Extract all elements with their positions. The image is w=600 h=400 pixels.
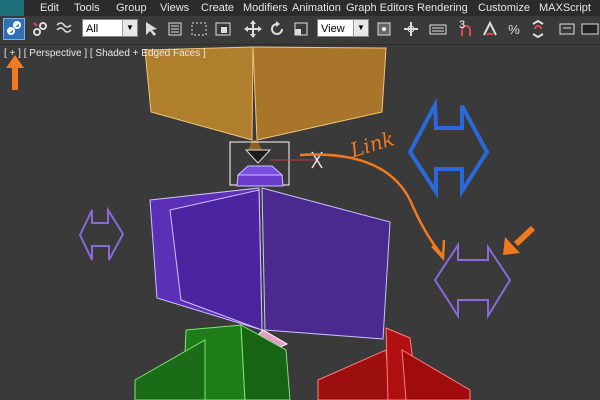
viewport-scene: Link <box>6 46 536 400</box>
red-object[interactable] <box>317 327 471 400</box>
viewport-label[interactable]: [ + ] [ Perspective ] [ Shaded + Edged F… <box>4 48 206 59</box>
orange-object[interactable] <box>144 46 387 150</box>
link-annotation-text: Link <box>346 126 397 162</box>
helper-pyramid[interactable] <box>244 149 272 164</box>
purple-object[interactable] <box>149 165 391 340</box>
orange-pointer-arrow-2-icon <box>503 225 536 255</box>
blue-double-arrow-icon <box>407 97 490 199</box>
purple-double-arrow-right-icon <box>433 241 512 320</box>
purple-double-arrow-icon <box>78 206 125 261</box>
orange-pointer-arrow-icon <box>6 55 24 90</box>
